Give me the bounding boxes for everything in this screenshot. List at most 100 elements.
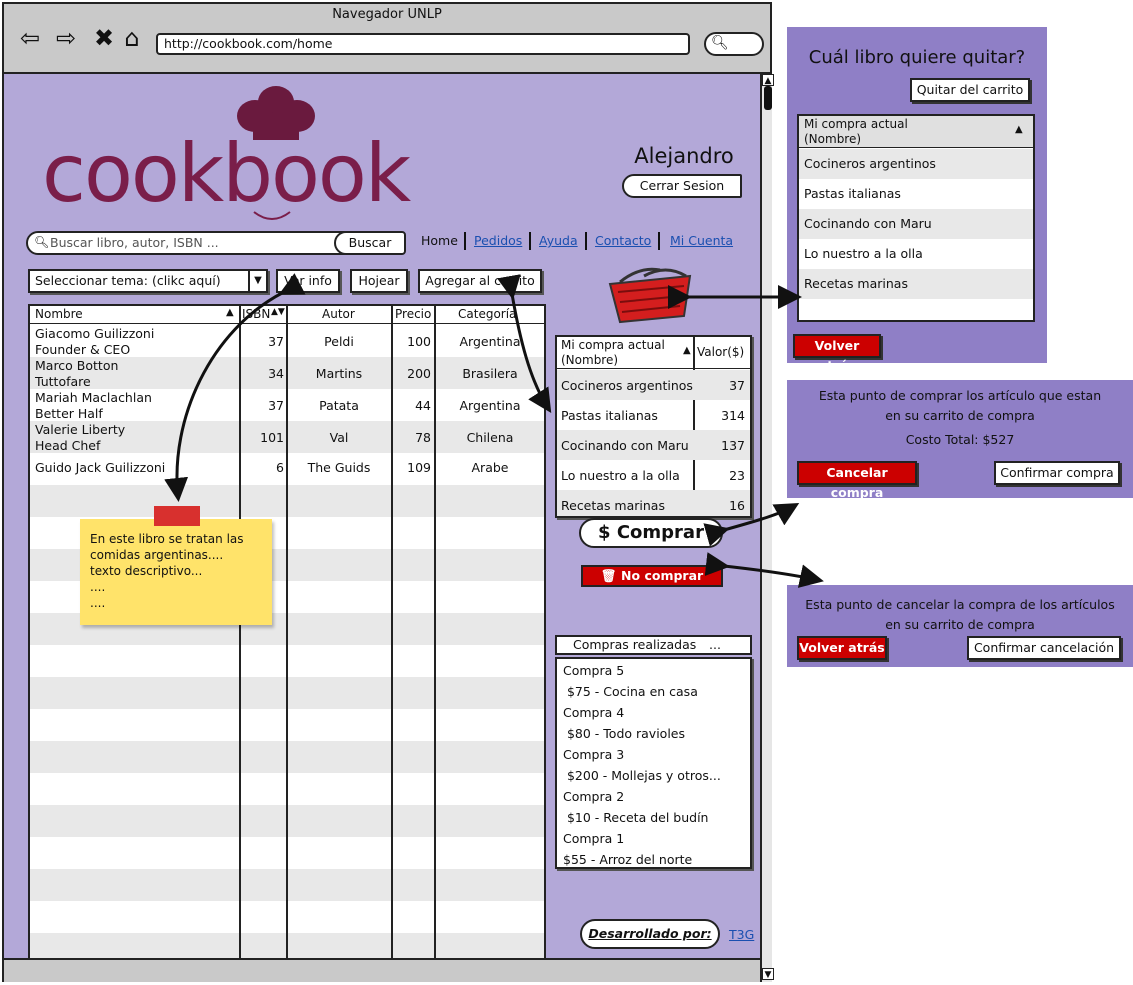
logo-text: cookbook (42, 127, 411, 220)
table-row (30, 933, 544, 958)
purchase-detail[interactable]: $55 - Arroz del norte (563, 852, 692, 867)
remove-list-item[interactable]: Recetas marinas (799, 269, 1033, 299)
back-button[interactable]: Volver atrás (797, 636, 887, 660)
buy-button[interactable]: $ Comprar (579, 518, 723, 548)
table-row[interactable]: Valerie Liberty Head Chef 101 Val 78 Chilena (30, 421, 544, 453)
remove-list-item[interactable]: Lo nuestro a la olla (799, 239, 1033, 269)
cart-row[interactable]: Pastas italianas 314 (557, 400, 750, 430)
forward-arrow-icon[interactable]: ⇨ (52, 24, 80, 52)
topic-select[interactable]: Seleccionar tema: (clikc aquí) ▼ (28, 269, 268, 293)
address-bar[interactable]: http://cookbook.com/home (156, 33, 690, 55)
table-row (30, 869, 544, 901)
browser-window: Navegador UNLP ⇦ ⇨ ✖ ⌂ http://cookbook.c… (2, 2, 774, 982)
add-to-cart-button[interactable]: Agregar al carrito (418, 269, 542, 293)
logout-button[interactable]: Cerrar Sesion (622, 174, 742, 198)
hojear-button[interactable]: Hojear (350, 269, 408, 293)
nav-mi-cuenta[interactable]: Mi Cuenta (670, 233, 733, 248)
cancel-text-line: Esta punto de cancelar la compra de los … (805, 597, 1115, 612)
sort-up-icon[interactable]: ▲ (1015, 124, 1023, 135)
nav-ayuda[interactable]: Ayuda (539, 233, 578, 248)
browser-search-field[interactable]: 🔍︎ (704, 32, 764, 56)
book-author-cell: The Guids (307, 460, 371, 475)
table-row (30, 485, 544, 517)
search-input[interactable]: 🔍︎ Buscar libro, autor, ISBN ... (26, 231, 356, 255)
cart-row[interactable]: Cocinando con Maru 137 (557, 430, 750, 460)
scroll-up-icon[interactable]: ▲ (762, 74, 774, 86)
book-name-cell: Guido Jack Guilizzoni (35, 460, 166, 475)
purchase-detail[interactable]: $200 - Mollejas y otros... (563, 768, 721, 783)
search-icon: 🔍︎ (711, 35, 729, 51)
table-row[interactable]: Mariah Maclachlan Better Half 37 Patata 44 Ar… (30, 389, 544, 421)
purchase-title[interactable]: Compra 3 (563, 747, 624, 762)
column-header-categoria[interactable]: Categoría (458, 307, 516, 321)
nav-pedidos[interactable]: Pedidos (474, 233, 522, 248)
column-divider (434, 306, 436, 958)
sort-up-icon[interactable]: ▲ (226, 307, 234, 318)
column-header-autor[interactable]: Autor (322, 307, 355, 321)
remove-from-cart-button[interactable]: Quitar del carrito (910, 78, 1030, 102)
cart-row[interactable]: Recetas marinas 16 (557, 490, 750, 516)
book-name-cell: Mariah Maclachlan (35, 390, 152, 405)
remove-list-item[interactable]: Pastas italianas (799, 179, 1033, 209)
purchase-detail[interactable]: $75 - Cocina en casa (563, 684, 698, 699)
developer-link[interactable]: T3G (729, 927, 754, 942)
cart-item-name: Pastas italianas (561, 408, 658, 423)
book-isbn-cell: 37 (268, 398, 284, 413)
book-name-cell: Marco Botton (35, 358, 119, 373)
scrollbar-thumb[interactable] (764, 86, 772, 110)
table-row[interactable]: Giacomo Guilizzoni Founder & CEO 37 Peldi 10… (30, 325, 544, 357)
confirm-text-line: en su carrito de compra (885, 408, 1035, 423)
nav-contacto[interactable]: Contacto (595, 233, 651, 248)
confirm-cancellation-button[interactable]: Confirmar cancelación (967, 636, 1121, 660)
horizontal-scrollbar[interactable] (4, 958, 760, 982)
sticky-note-line: comidas argentinas.... (90, 548, 224, 562)
purchase-detail[interactable]: $80 - Todo ravioles (563, 726, 685, 741)
remove-list-header[interactable]: Mi compra actual (Nombre) ▲ (799, 116, 1033, 148)
table-row[interactable]: Guido Jack Guilizzoni 6 The Guids 109 Arabe (30, 453, 544, 485)
table-row[interactable]: Marco Botton Tuttofare 34 Martins 200 Brasile… (30, 357, 544, 389)
purchase-title[interactable]: Compra 4 (563, 705, 624, 720)
table-row (30, 901, 544, 933)
cancel-purchase-button[interactable]: Cancelar compra (797, 461, 917, 500)
browser-title: Navegador UNLP (332, 7, 442, 22)
sort-icon[interactable]: ▲▼ (271, 307, 285, 317)
remove-panel-title: Cuál libro quiere quitar? (808, 47, 1026, 68)
purchases-header[interactable]: Compras realizadas ... (555, 635, 752, 655)
column-header-precio[interactable]: Precio (395, 307, 431, 321)
purchase-title[interactable]: Compra 2 (563, 789, 624, 804)
cart-item-value: 23 (729, 468, 745, 483)
confirm-purchase-button[interactable]: Confirmar compra (994, 461, 1120, 485)
sticky-note-line: .... (90, 596, 106, 610)
nav-divider (529, 232, 531, 250)
browser-toolbar: Navegador UNLP ⇦ ⇨ ✖ ⌂ http://cookbook.c… (4, 4, 770, 74)
back-button[interactable]: Volver atrás (793, 334, 881, 373)
vertical-scrollbar[interactable]: ▲ ▼ (760, 74, 774, 982)
nav-home[interactable]: Home (421, 233, 458, 248)
sticky-note-line: .... (90, 580, 106, 594)
book-isbn-cell: 34 (268, 366, 284, 381)
column-header-isbn[interactable]: ISBN (242, 307, 270, 321)
sort-up-icon[interactable]: ▲ (683, 345, 691, 356)
home-icon[interactable]: ⌂ (118, 24, 146, 52)
close-x-icon[interactable]: ✖ (90, 24, 118, 52)
nav-divider (464, 232, 466, 250)
back-arrow-icon[interactable]: ⇦ (16, 24, 44, 52)
search-button[interactable]: Buscar (334, 231, 406, 255)
cart-column-name[interactable]: Mi compra actual (Nombre) (561, 338, 689, 368)
cart-row[interactable]: Cocineros argentinos 37 (557, 370, 750, 400)
remove-list-item[interactable]: Cocineros argentinos (799, 149, 1033, 179)
book-subtitle-cell: Better Half (35, 406, 103, 421)
purchase-title[interactable]: Compra 1 (563, 831, 624, 846)
cart-row[interactable]: Lo nuestro a la olla 23 (557, 460, 750, 490)
chevron-down-icon: ▼ (248, 271, 266, 291)
purchase-detail[interactable]: $10 - Receta del budín (563, 810, 709, 825)
ver-info-button[interactable]: Ver info (276, 269, 340, 293)
purchase-title[interactable]: Compra 5 (563, 663, 624, 678)
column-header-nombre[interactable]: Nombre (35, 307, 83, 321)
shopping-basket-icon[interactable] (600, 266, 700, 328)
remove-list-item[interactable]: Cocinando con Maru (799, 209, 1033, 239)
cart-column-value[interactable]: Valor($) (697, 345, 744, 359)
topic-select-label: Seleccionar tema: (clikc aquí) (35, 273, 221, 288)
no-buy-button[interactable]: 🗑 No comprar (581, 565, 723, 587)
scroll-down-icon[interactable]: ▼ (762, 968, 774, 980)
